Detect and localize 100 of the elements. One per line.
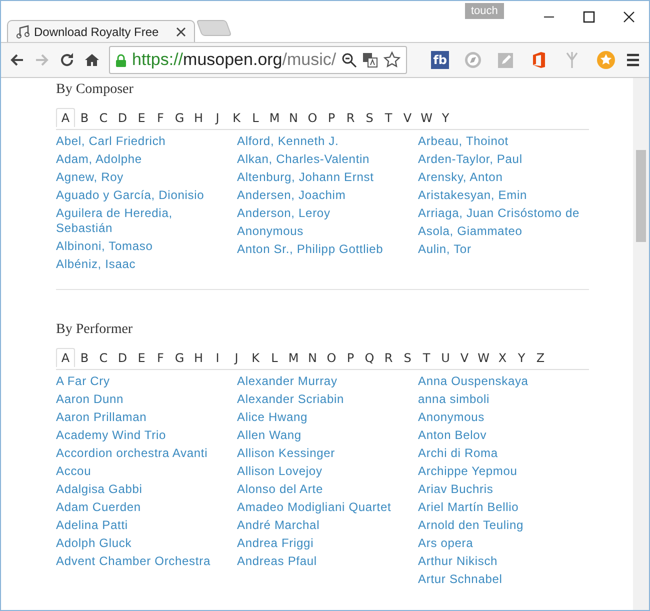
name-link[interactable]: Alkan, Charles-Valentin (237, 152, 370, 167)
scrollbar-thumb[interactable] (636, 150, 646, 242)
letter-tab[interactable]: Z (531, 348, 550, 367)
letter-tab[interactable]: R (379, 348, 398, 367)
name-link[interactable]: A Far Cry (56, 374, 110, 389)
letter-tab[interactable]: X (493, 348, 512, 367)
name-link[interactable]: Abel, Carl Friedrich (56, 134, 166, 149)
letter-tab[interactable]: F (151, 108, 170, 127)
letter-tab[interactable]: F (151, 348, 170, 367)
extension-button[interactable]: fb (431, 51, 449, 69)
letter-tab[interactable]: H (189, 348, 208, 367)
letter-tab[interactable]: D (113, 348, 132, 367)
letter-tab[interactable]: G (170, 348, 189, 367)
name-link[interactable]: Arbeau, Thoinot (418, 134, 508, 149)
name-link[interactable]: Anonymous (418, 410, 485, 425)
name-link[interactable]: Andrea Friggi (237, 536, 314, 551)
letter-tab[interactable]: B (75, 348, 94, 367)
letter-tab[interactable]: P (322, 108, 341, 127)
name-link[interactable]: Adam Cuerden (56, 500, 141, 515)
address-bar[interactable]: https://musopen.org/music/ (109, 46, 408, 74)
name-link[interactable]: Anderson, Leroy (237, 206, 330, 221)
name-link[interactable]: Allison Kessinger (237, 446, 335, 461)
letter-tab[interactable]: T (417, 348, 436, 367)
name-link[interactable]: Ariav Buchris (418, 482, 494, 497)
letter-tab[interactable]: N (284, 108, 303, 127)
letter-tab[interactable]: O (303, 108, 322, 127)
letter-tab[interactable]: E (132, 348, 151, 367)
letter-tab[interactable]: J (208, 108, 227, 127)
browser-tab[interactable]: Download Royalty Free (7, 20, 195, 42)
letter-tab[interactable]: G (170, 108, 189, 127)
letter-tab[interactable]: E (132, 108, 151, 127)
name-link[interactable]: Albéniz, Isaac (56, 257, 136, 272)
letter-tab[interactable]: N (303, 348, 322, 367)
name-link[interactable]: Adalgisa Gabbi (56, 482, 142, 497)
letter-tab[interactable]: M (265, 108, 284, 127)
name-link[interactable]: Aulin, Tor (418, 242, 472, 257)
menu-icon[interactable] (625, 52, 641, 68)
letter-tab[interactable]: S (398, 348, 417, 367)
letter-tab[interactable]: H (189, 108, 208, 127)
letter-tab[interactable]: K (246, 348, 265, 367)
name-link[interactable]: Alonso del Arte (237, 482, 323, 497)
name-link[interactable]: Aaron Prillaman (56, 410, 147, 425)
letter-tab[interactable]: W (474, 348, 493, 367)
name-link[interactable]: Alford, Kenneth J. (237, 134, 339, 149)
name-link[interactable]: Ariel Martín Bellio (418, 500, 519, 515)
name-link[interactable]: Academy Wind Trio (56, 428, 166, 443)
letter-tab[interactable]: C (94, 108, 113, 127)
office-icon[interactable] (530, 51, 548, 69)
name-link[interactable]: Aguado y García, Dionisio (56, 188, 204, 203)
name-link[interactable]: Adam, Adolphe (56, 152, 142, 167)
star-coin-icon[interactable] (596, 50, 616, 70)
name-link[interactable]: Aguilera de Heredia, Sebastián (56, 206, 221, 236)
name-link[interactable]: Arensky, Anton (418, 170, 503, 185)
reload-icon[interactable] (59, 52, 75, 68)
name-link[interactable]: Allison Lovejoy (237, 464, 322, 479)
name-link[interactable]: Anton Sr., Philipp Gottlieb (237, 242, 384, 257)
name-link[interactable]: Archi di Roma (418, 446, 498, 461)
letter-tab[interactable]: M (284, 348, 303, 367)
name-link[interactable]: Amadeo Modigliani Quartet (237, 500, 392, 515)
name-link[interactable]: Advent Chamber Orchestra (56, 554, 210, 569)
name-link[interactable]: Allen Wang (237, 428, 302, 443)
letter-tab[interactable]: K (227, 108, 246, 127)
letter-tab[interactable]: A (56, 348, 75, 367)
name-link[interactable]: Asola, Giammateo (418, 224, 522, 239)
name-link[interactable]: Accordion orchestra Avanti (56, 446, 208, 461)
letter-tab[interactable]: L (265, 348, 284, 367)
name-link[interactable]: anna simboli (418, 392, 490, 407)
home-icon[interactable] (84, 52, 100, 68)
letter-tab[interactable]: L (246, 108, 265, 127)
name-link[interactable]: Anonymous (237, 224, 304, 239)
name-link[interactable]: André Marchal (237, 518, 320, 533)
zoom-out-icon[interactable] (341, 52, 358, 68)
name-link[interactable]: Anton Belov (418, 428, 487, 443)
letter-tab[interactable]: U (436, 348, 455, 367)
name-link[interactable]: Anna Ouspenskaya (418, 374, 528, 389)
name-link[interactable]: Artur Schnabel (418, 572, 502, 587)
translate-icon[interactable] (362, 52, 378, 68)
letter-tab[interactable]: V (398, 108, 417, 127)
scrollbar[interactable] (633, 78, 649, 610)
letter-tab[interactable]: P (341, 348, 360, 367)
close-icon[interactable] (176, 26, 186, 36)
name-link[interactable]: Altenburg, Johann Ernst (237, 170, 374, 185)
name-link[interactable]: Albinoni, Tomaso (56, 239, 153, 254)
name-link[interactable]: Aaron Dunn (56, 392, 124, 407)
name-link[interactable]: Aristakesyan, Emin (418, 188, 528, 203)
name-link[interactable]: Adolph Gluck (56, 536, 132, 551)
letter-tab[interactable]: Y (512, 348, 531, 367)
letter-tab[interactable]: R (341, 108, 360, 127)
name-link[interactable]: Arnold den Teuling (418, 518, 524, 533)
name-link[interactable]: Accou (56, 464, 92, 479)
letter-tab[interactable]: B (75, 108, 94, 127)
letter-tab[interactable]: W (417, 108, 436, 127)
letter-tab[interactable]: S (360, 108, 379, 127)
name-link[interactable]: Alexander Murray (237, 374, 338, 389)
name-link[interactable]: Arriaga, Juan Crisóstomo de (418, 206, 580, 221)
letter-tab[interactable]: I (208, 348, 227, 367)
letter-tab[interactable]: Y (436, 108, 455, 127)
name-link[interactable]: Arden-Taylor, Paul (418, 152, 522, 167)
name-link[interactable]: Adelina Patti (56, 518, 128, 533)
name-link[interactable]: Andreas Pfaul (237, 554, 317, 569)
